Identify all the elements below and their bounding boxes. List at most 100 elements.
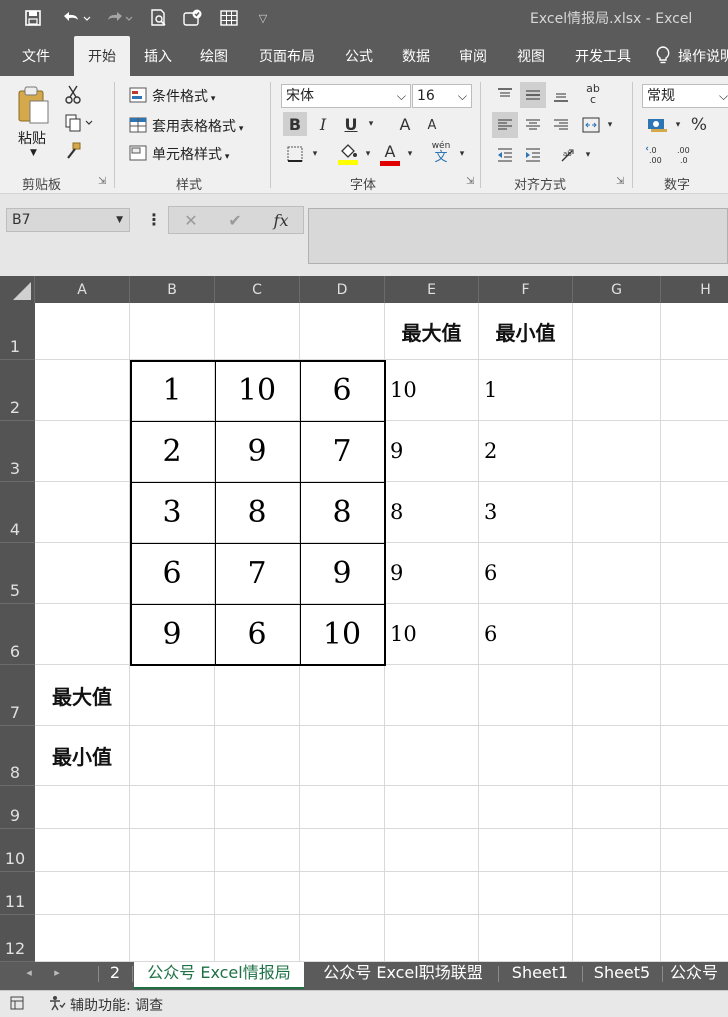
tab-draw[interactable]: 绘图 — [190, 36, 238, 76]
cell-c3[interactable]: 9 — [215, 421, 300, 482]
cell-e3[interactable]: 9 — [385, 421, 479, 482]
cell-a12-bg[interactable] — [35, 915, 130, 962]
cell-h3-bg[interactable] — [661, 421, 728, 482]
cell-b2[interactable]: 1 — [130, 360, 215, 421]
tab-home[interactable]: 开始 — [74, 36, 130, 76]
align-right-icon[interactable] — [548, 112, 574, 138]
shrink-font-button[interactable]: A — [422, 114, 442, 136]
cell-f9-bg[interactable] — [479, 786, 573, 829]
cell-b12-bg[interactable] — [130, 915, 215, 962]
cell-g7-bg[interactable] — [573, 665, 661, 726]
merge-dropdown-icon[interactable]: ▾ — [604, 112, 616, 138]
row-header[interactable]: 2 — [0, 360, 35, 421]
cell-a1-bg[interactable] — [35, 303, 130, 360]
font-name-select[interactable]: 宋体 ⌵ — [281, 84, 411, 108]
phonetic-guide-button[interactable]: wén 文 — [428, 138, 454, 168]
cell-h5-bg[interactable] — [661, 543, 728, 604]
confirm-icon[interactable]: ✔ — [222, 208, 248, 232]
align-top-icon[interactable] — [492, 82, 518, 108]
cell-c10-bg[interactable] — [215, 829, 300, 872]
print-preview-icon[interactable] — [146, 6, 172, 30]
border-dropdown-icon[interactable]: ▾ — [309, 142, 321, 166]
cell-d4[interactable]: 8 — [300, 482, 385, 543]
align-center-icon[interactable] — [520, 112, 546, 138]
italic-button[interactable]: I — [311, 112, 335, 136]
redo-icon[interactable] — [102, 6, 138, 30]
cell-f6[interactable]: 6 — [479, 604, 573, 665]
cell-h2-bg[interactable] — [661, 360, 728, 421]
cell-f1[interactable]: 最小值 — [479, 303, 573, 360]
cell-b6[interactable]: 9 — [130, 604, 215, 665]
cell-b7-bg[interactable] — [130, 665, 215, 726]
cell-c2[interactable]: 10 — [215, 360, 300, 421]
row-header[interactable]: 3 — [0, 421, 35, 482]
spelling-check-icon[interactable] — [180, 6, 206, 30]
save-icon[interactable] — [20, 6, 46, 30]
column-header-e[interactable]: E — [385, 276, 479, 303]
border-icon[interactable] — [283, 142, 307, 166]
tab-file[interactable]: 文件 — [8, 36, 64, 76]
cell-d11-bg[interactable] — [300, 872, 385, 915]
accessibility-status[interactable]: 辅助功能: 调查 — [70, 995, 163, 1015]
select-all-button[interactable] — [0, 276, 35, 303]
cell-h6-bg[interactable] — [661, 604, 728, 665]
cell-e9-bg[interactable] — [385, 786, 479, 829]
row-header[interactable]: 4 — [0, 482, 35, 543]
cell-d7-bg[interactable] — [300, 665, 385, 726]
cell-d10-bg[interactable] — [300, 829, 385, 872]
cell-h1-bg[interactable] — [661, 303, 728, 360]
sheet-tab[interactable]: 2 — [104, 962, 126, 986]
cell-h10-bg[interactable] — [661, 829, 728, 872]
column-header-b[interactable]: B — [130, 276, 215, 303]
cell-c11-bg[interactable] — [215, 872, 300, 915]
cut-icon[interactable] — [62, 84, 84, 106]
clipboard-launcher-icon[interactable]: ⇲ — [98, 176, 106, 187]
sheet-tab[interactable]: 公众号 — [670, 962, 728, 986]
cell-c5[interactable]: 7 — [215, 543, 300, 604]
cell-h11-bg[interactable] — [661, 872, 728, 915]
phonetic-dropdown-icon[interactable]: ▾ — [456, 142, 468, 166]
fill-color-icon[interactable] — [336, 140, 360, 168]
cancel-icon[interactable]: ✕ — [178, 208, 204, 232]
paste-button[interactable]: 粘贴 — [18, 128, 46, 148]
cell-f4[interactable]: 3 — [479, 482, 573, 543]
tab-data[interactable]: 数据 — [394, 36, 438, 76]
paste-icon[interactable] — [14, 84, 52, 128]
cell-b1-bg[interactable] — [130, 303, 215, 360]
orientation-dropdown-icon[interactable]: ▾ — [582, 142, 594, 168]
row-header[interactable]: 10 — [0, 829, 35, 872]
tab-page-layout[interactable]: 页面布局 — [250, 36, 324, 76]
align-left-icon[interactable] — [492, 112, 518, 138]
cell-d6[interactable]: 10 — [300, 604, 385, 665]
cell-f10-bg[interactable] — [479, 829, 573, 872]
row-header[interactable]: 6 — [0, 604, 35, 665]
decrease-decimal-icon[interactable]: .00.0 — [672, 142, 698, 168]
cell-d3[interactable]: 7 — [300, 421, 385, 482]
cell-g5-bg[interactable] — [573, 543, 661, 604]
table-grid-icon[interactable] — [216, 6, 242, 30]
alignment-launcher-icon[interactable]: ⇲ — [616, 176, 624, 187]
cell-f7-bg[interactable] — [479, 665, 573, 726]
row-header[interactable]: 9 — [0, 786, 35, 829]
copy-icon[interactable] — [62, 112, 96, 134]
cell-a6-bg[interactable] — [35, 604, 130, 665]
cell-e5[interactable]: 9 — [385, 543, 479, 604]
cell-g1-bg[interactable] — [573, 303, 661, 360]
increase-indent-icon[interactable] — [520, 142, 546, 168]
tab-view[interactable]: 视图 — [508, 36, 554, 76]
accounting-format-icon[interactable] — [644, 112, 670, 138]
column-header-a[interactable]: A — [35, 276, 130, 303]
insert-function-icon[interactable]: fx — [266, 208, 296, 232]
cell-d9-bg[interactable] — [300, 786, 385, 829]
cell-d5[interactable]: 9 — [300, 543, 385, 604]
tab-developer[interactable]: 开发工具 — [566, 36, 640, 76]
cell-e2[interactable]: 10 — [385, 360, 479, 421]
accessibility-icon[interactable] — [48, 995, 66, 1015]
orientation-icon[interactable]: ab — [558, 142, 580, 168]
cell-f3[interactable]: 2 — [479, 421, 573, 482]
cell-f8-bg[interactable] — [479, 726, 573, 786]
sheet-tab-active[interactable]: 公众号 Excel情报局 — [134, 962, 304, 989]
cell-d12-bg[interactable] — [300, 915, 385, 962]
cell-styles-button[interactable]: 单元格样式 ▾ — [152, 144, 229, 164]
font-size-select[interactable]: 16 ⌵ — [412, 84, 472, 108]
